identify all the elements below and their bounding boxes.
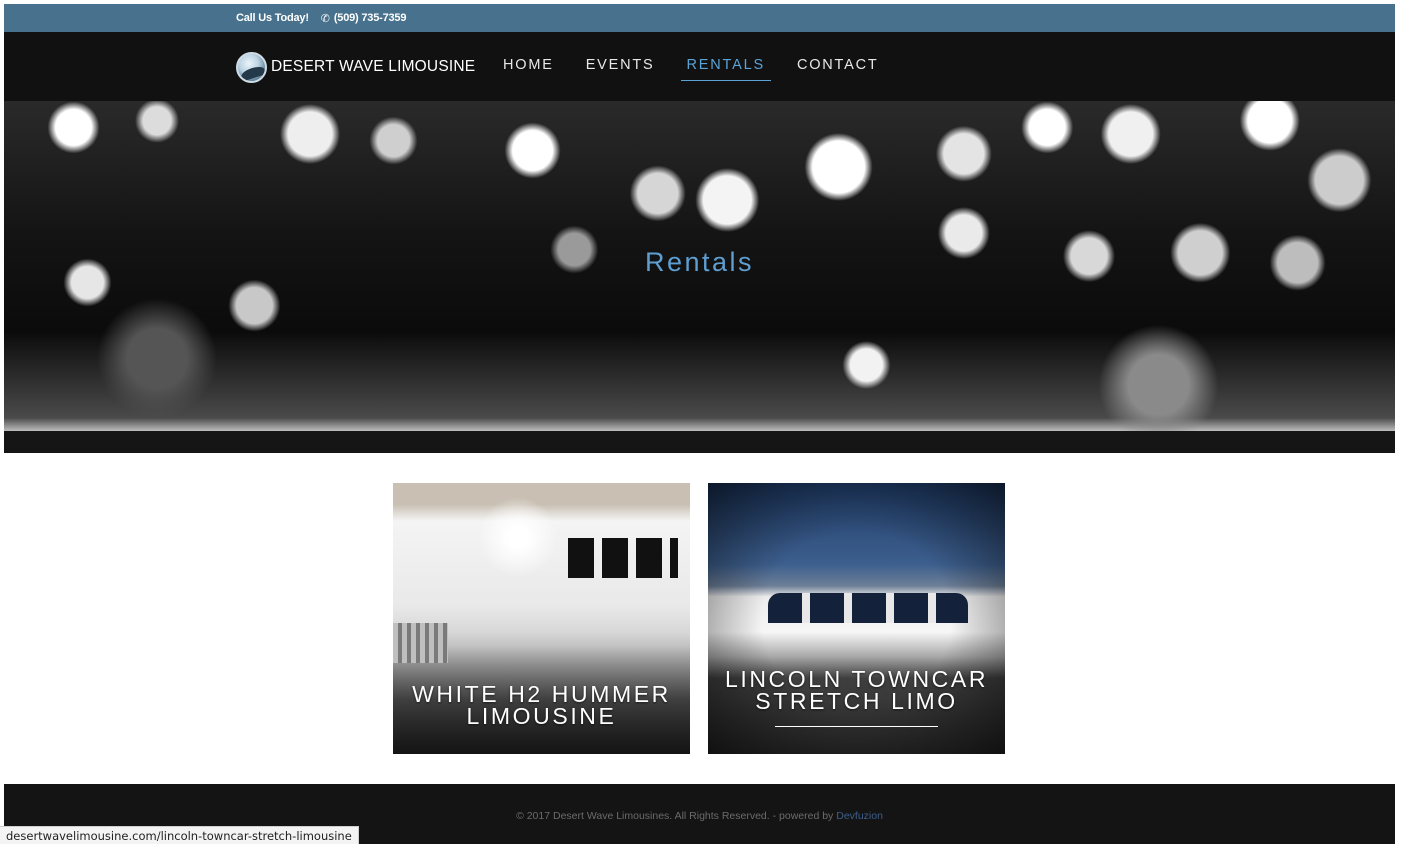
nav-contact[interactable]: CONTACT — [795, 32, 881, 101]
card-hover-underline — [775, 726, 938, 727]
hero-bottom-strip — [4, 431, 1395, 453]
phone-number[interactable]: (509) 735-7359 — [334, 12, 407, 24]
hero-banner: Rentals — [4, 101, 1395, 431]
page: Call Us Today! ✆ (509) 735-7359 DESERT W… — [0, 0, 1402, 844]
rental-card-title: LINCOLN TOWNCAR STRETCH LIMO — [724, 666, 989, 714]
copyright-notice: © 2017 Desert Wave Limousines. All Right… — [516, 810, 837, 822]
rental-card-title: WHITE H2 HUMMER LIMOUSINE — [412, 681, 671, 729]
rental-card-hummer[interactable]: WHITE H2 HUMMER LIMOUSINE — [393, 483, 690, 754]
phone-icon: ✆ — [320, 12, 330, 25]
top-bar-contact: Call Us Today! ✆ (509) 735-7359 — [236, 4, 406, 32]
devfuzion-link[interactable]: Devfuzion — [836, 810, 883, 822]
main-nav: HOME EVENTS RENTALS CONTACT — [501, 32, 881, 101]
call-us-label: Call Us Today! — [236, 12, 309, 24]
nav-events[interactable]: EVENTS — [584, 32, 657, 101]
nav-home[interactable]: HOME — [501, 32, 556, 101]
copyright-text: © 2017 Desert Wave Limousines. All Right… — [4, 810, 1395, 822]
browser-status-url: desertwavelimousine.com/lincoln-towncar-… — [0, 826, 359, 844]
site-logo[interactable]: DESERT WAVE LIMOUSINE — [236, 51, 475, 83]
nav-rentals[interactable]: RENTALS — [680, 32, 772, 101]
top-bar: Call Us Today! ✆ (509) 735-7359 — [4, 4, 1395, 32]
nav-bar: DESERT WAVE LIMOUSINE HOME EVENTS RENTAL… — [4, 32, 1395, 101]
logo-icon — [236, 51, 267, 83]
page-title: Rentals — [644, 247, 755, 277]
rental-card-lincoln[interactable]: LINCOLN TOWNCAR STRETCH LIMO — [708, 483, 1005, 754]
brand-name: DESERT WAVE LIMOUSINE — [271, 58, 476, 75]
